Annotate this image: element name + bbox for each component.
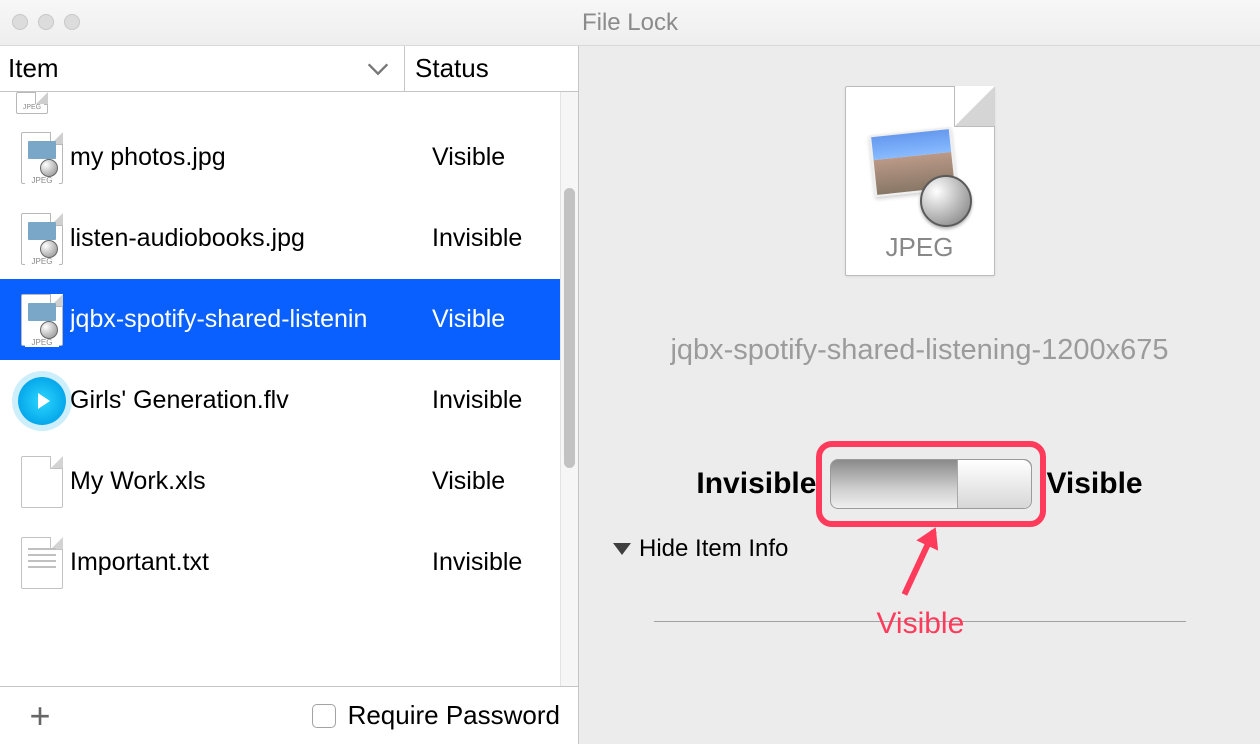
scrollbar-thumb[interactable] [564,188,575,468]
file-kind-label: JPEG [846,232,994,263]
detail-filename: jqbx-spotify-shared-listening-1200x675 [670,334,1168,367]
visibility-row: Invisible Visible Visible [696,459,1142,509]
checkbox-icon [312,704,336,728]
detail-pane: JPEG jqbx-spotify-shared-listening-1200x… [579,46,1260,744]
scrollbar[interactable] [560,92,578,686]
require-password-checkbox[interactable]: Require Password [312,700,560,731]
jpeg-tag-icon: JPEG [16,92,48,116]
close-icon[interactable] [12,14,28,30]
window-controls [12,14,80,30]
file-status: Visible [412,467,578,496]
jpeg-file-icon: JPEG [14,294,70,346]
visible-label: Visible [1046,467,1142,501]
file-name: my photos.jpg [70,143,412,172]
disclosure-triangle-icon [613,543,631,555]
hide-item-info-label: Hide Item Info [639,535,788,563]
column-item[interactable]: Item [0,46,405,91]
table-row[interactable]: My Work.xls Visible [0,441,578,522]
titlebar[interactable]: File Lock [0,0,1260,46]
annotation-arrow-icon [902,530,937,596]
file-status: Invisible [412,224,578,253]
txt-file-icon [14,537,70,589]
annotation-label: Visible [876,607,964,641]
file-status: Visible [412,305,578,334]
column-status[interactable]: Status [405,46,578,91]
jpeg-file-icon: JPEG [14,213,70,265]
file-name: listen-audiobooks.jpg [70,224,412,253]
require-password-label: Require Password [348,700,560,731]
magnifier-icon [920,175,972,227]
table-row[interactable]: Important.txt Invisible [0,522,578,603]
column-headers: Item Status [0,46,578,92]
column-status-label: Status [415,53,489,84]
table-row[interactable]: Girls' Generation.flv Invisible [0,360,578,441]
visibility-toggle[interactable] [830,459,1032,509]
file-name: jqbx-spotify-shared-listenin [70,305,412,334]
file-name: Girls' Generation.flv [70,386,412,415]
xls-file-icon [14,456,70,508]
file-list-pane: Item Status JPEG JPEG my photos.jpg [0,46,579,744]
invisible-label: Invisible [696,467,816,501]
table-row[interactable]: JPEG listen-audiobooks.jpg Invisible [0,198,578,279]
file-list: JPEG JPEG my photos.jpg Visible JPEG lis… [0,92,578,686]
file-status: Invisible [412,386,578,415]
toggle-knob[interactable] [957,460,1031,508]
column-item-label: Item [8,53,59,84]
file-name: Important.txt [70,548,412,577]
window-title: File Lock [582,9,678,37]
file-name: My Work.xls [70,467,412,496]
file-status: Invisible [412,548,578,577]
flv-file-icon [14,377,70,425]
minimize-icon[interactable] [38,14,54,30]
jpeg-file-icon: JPEG [14,132,70,184]
file-preview-icon: JPEG [845,86,995,276]
hide-item-info[interactable]: Hide Item Info [613,535,788,563]
zoom-icon[interactable] [64,14,80,30]
file-status: Visible [412,143,578,172]
table-row[interactable]: JPEG my photos.jpg Visible [0,117,578,198]
add-button[interactable]: + [18,695,62,737]
table-row-selected[interactable]: JPEG jqbx-spotify-shared-listenin Visibl… [0,279,578,360]
window: File Lock Item Status JPEG [0,0,1260,744]
chevron-down-icon [364,55,392,83]
left-footer: + Require Password [0,686,578,744]
